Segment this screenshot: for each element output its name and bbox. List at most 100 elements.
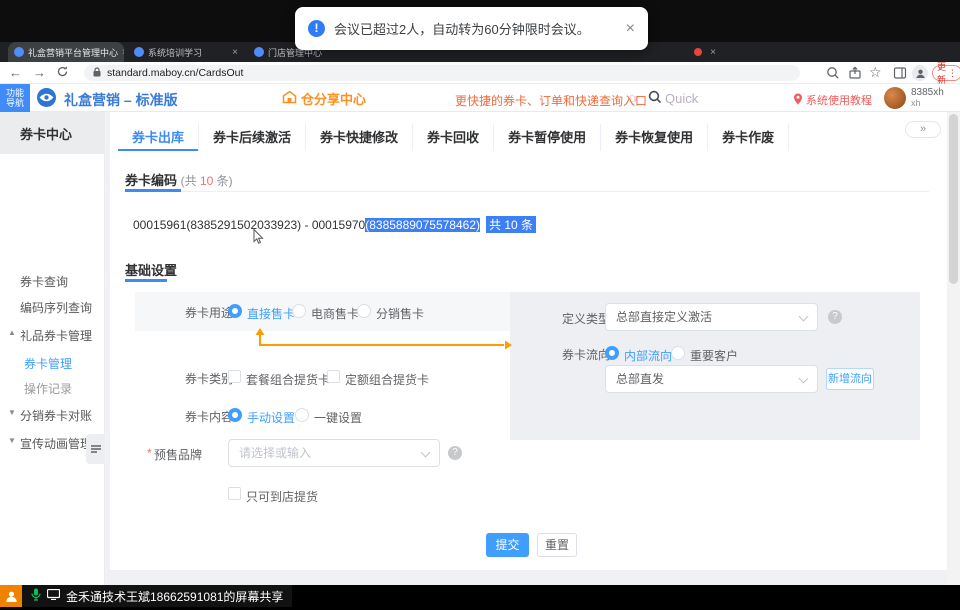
add-flow-button[interactable]: 新增流向 (826, 368, 874, 390)
radio-internal-flow[interactable] (605, 346, 619, 360)
checkbox-fixed-amount-card[interactable] (327, 370, 340, 383)
radio-direct-sale[interactable] (228, 304, 242, 318)
user-avatar (884, 87, 906, 109)
required-mark: * (147, 446, 152, 460)
option-distribution-sale[interactable]: 分销售卡 (376, 305, 424, 322)
tab-close-icon[interactable]: × (232, 47, 238, 58)
mouse-cursor (253, 229, 264, 250)
browser-profile-avatar[interactable] (912, 65, 928, 81)
option-combo-pickup-card[interactable]: 套餐组合提货卡 (246, 371, 330, 388)
pointing-hand-icon: ☞ (629, 91, 641, 107)
kebab-menu-icon[interactable]: ⋮ (948, 68, 957, 79)
define-type-label: 定义类型 (562, 310, 610, 327)
sidebar-collapse-handle[interactable] (86, 434, 105, 464)
tab-card-resume[interactable]: 券卡恢复使用 (601, 124, 708, 151)
submit-button[interactable]: 提交 (486, 533, 529, 557)
share-icon[interactable] (848, 66, 863, 81)
brand-logo-icon (36, 87, 57, 113)
radio-ecommerce-sale[interactable] (292, 304, 306, 318)
section-title-card-codes: 券卡编码 (共 10 条) (125, 170, 233, 189)
option-ecommerce-sale[interactable]: 电商售卡 (311, 305, 359, 322)
option-manual-setup[interactable]: 手动设置 (247, 409, 295, 426)
browser-update-button[interactable]: 更新 ⋮ (932, 65, 960, 81)
tab-close-icon[interactable]: × (710, 47, 716, 58)
tab-card-recycle[interactable]: 券卡回收 (413, 124, 494, 151)
forward-icon[interactable]: → (33, 66, 46, 80)
search-icon (648, 90, 662, 107)
radio-important-customer[interactable] (671, 346, 685, 360)
option-direct-sale[interactable]: 直接售卡 (247, 305, 295, 322)
sidebar-item-promo-animation[interactable]: 宣传动画管理 (20, 435, 92, 452)
option-store-pickup-only[interactable]: 只可到店提货 (246, 488, 318, 505)
tab-card-followup-activate[interactable]: 券卡后续激活 (199, 124, 306, 151)
checkbox-store-pickup-only[interactable] (228, 487, 241, 500)
section-divider (125, 191, 929, 192)
reset-button[interactable]: 重置 (537, 533, 577, 557)
option-internal-flow[interactable]: 内部流向 (624, 347, 672, 364)
sidebar-item-card-management-active[interactable]: 券卡管理 (24, 355, 72, 372)
section-underline (125, 189, 181, 192)
system-tutorial-link[interactable]: 系统使用教程 (793, 92, 872, 108)
reload-icon[interactable] (56, 65, 69, 81)
page-scrollbar[interactable] (947, 112, 960, 585)
presale-brand-select[interactable]: 请选择或输入 (228, 439, 440, 467)
tab-card-void[interactable]: 券卡作废 (708, 124, 789, 151)
checkbox-combo-pickup-card[interactable] (228, 370, 241, 383)
help-icon[interactable]: ? (828, 310, 842, 324)
brand: 礼盒营销 – 标准版 (36, 87, 178, 113)
quick-search-link[interactable]: Quick (648, 90, 698, 107)
tab-favicon (254, 47, 264, 57)
url-text: standard.maboy.cn/CardsOut (107, 67, 243, 79)
option-one-click-setup[interactable]: 一键设置 (314, 409, 362, 426)
toast-close-icon[interactable]: × (626, 20, 635, 38)
bookmark-star-icon[interactable]: ☆ (869, 65, 882, 79)
define-type-select[interactable]: 总部直接定义激活 (605, 303, 818, 331)
microphone-icon (31, 588, 41, 604)
caret-down-icon: ▼ (8, 436, 16, 445)
browser-tab-2[interactable]: 系统培训学习 × (128, 42, 244, 62)
section-underline (125, 279, 167, 282)
tab-close-icon[interactable]: × (122, 47, 124, 58)
screen-share-bar: 金禾通技术王斌18662591081的屏幕共享 (0, 585, 960, 610)
main-content: 券卡出库 券卡后续激活 券卡快捷修改 券卡回收 券卡暂停使用 券卡恢复使用 券卡… (105, 112, 960, 585)
radio-one-click-setup[interactable] (295, 408, 309, 422)
sidebar-item-operation-log[interactable]: 操作记录 (24, 380, 72, 397)
tab-favicon (134, 47, 144, 57)
side-panel-icon[interactable] (893, 66, 908, 81)
section-title-basic-settings: 基础设置 (125, 260, 177, 279)
flow-target-select[interactable]: 总部直发 (605, 365, 818, 393)
sidebar-item-gift-card-management[interactable]: 礼品券卡管理 (20, 327, 92, 344)
tab-card-suspend[interactable]: 券卡暂停使用 (494, 124, 601, 151)
help-icon[interactable]: ? (448, 446, 462, 460)
caret-down-icon: ▼ (8, 408, 16, 417)
meeting-toast: ! 会议已超过2人，自动转为60分钟限时会议。 × (295, 7, 648, 50)
more-tabs-button[interactable]: » (905, 121, 941, 138)
tab-card-outbound[interactable]: 券卡出库 (118, 124, 199, 151)
share-center-link[interactable]: 仓分享中心 (282, 89, 366, 108)
sidebar-item-code-sequence-query[interactable]: 编码序列查询 (20, 299, 92, 316)
user-menu[interactable]: 8385xh xh (884, 87, 944, 109)
scrollbar-thumb[interactable] (949, 114, 958, 284)
zoom-icon[interactable] (826, 66, 841, 81)
recording-dot-icon (694, 48, 702, 56)
card-content-label: 券卡内容 (185, 408, 233, 425)
browser-tab-1[interactable]: 礼盒营销平台管理中心 × (8, 42, 124, 62)
back-icon[interactable]: ← (9, 66, 22, 80)
selected-code-text: (8385889075578462) (365, 218, 480, 232)
location-pin-icon (793, 93, 803, 108)
option-fixed-amount-card[interactable]: 定额组合提货卡 (345, 371, 429, 388)
sidebar-item-card-query[interactable]: 券卡查询 (20, 273, 68, 290)
option-important-customer[interactable]: 重要客户 (690, 347, 738, 364)
card-code-range: 00015961(8385291502033923) - 00015970(83… (133, 216, 536, 233)
flow-connector-arrow (252, 328, 518, 352)
quick-entry-promo-text: 更快捷的券卡、订单和快递查询入口 (455, 92, 647, 109)
radio-manual-setup[interactable] (228, 408, 242, 422)
caret-up-icon: ▲ (8, 328, 16, 337)
card-panel: 券卡出库 券卡后续激活 券卡快捷修改 券卡回收 券卡暂停使用 券卡恢复使用 券卡… (110, 112, 947, 570)
sidebar-item-distribution-reconcile[interactable]: 分销券卡对账 (20, 407, 92, 424)
function-nav-button[interactable]: 功能 导航 (0, 84, 30, 112)
card-usage-label: 券卡用途 (185, 304, 233, 321)
url-bar[interactable]: standard.maboy.cn/CardsOut (84, 65, 800, 81)
radio-distribution-sale[interactable] (357, 304, 371, 318)
tab-card-quick-edit[interactable]: 券卡快捷修改 (306, 124, 413, 151)
